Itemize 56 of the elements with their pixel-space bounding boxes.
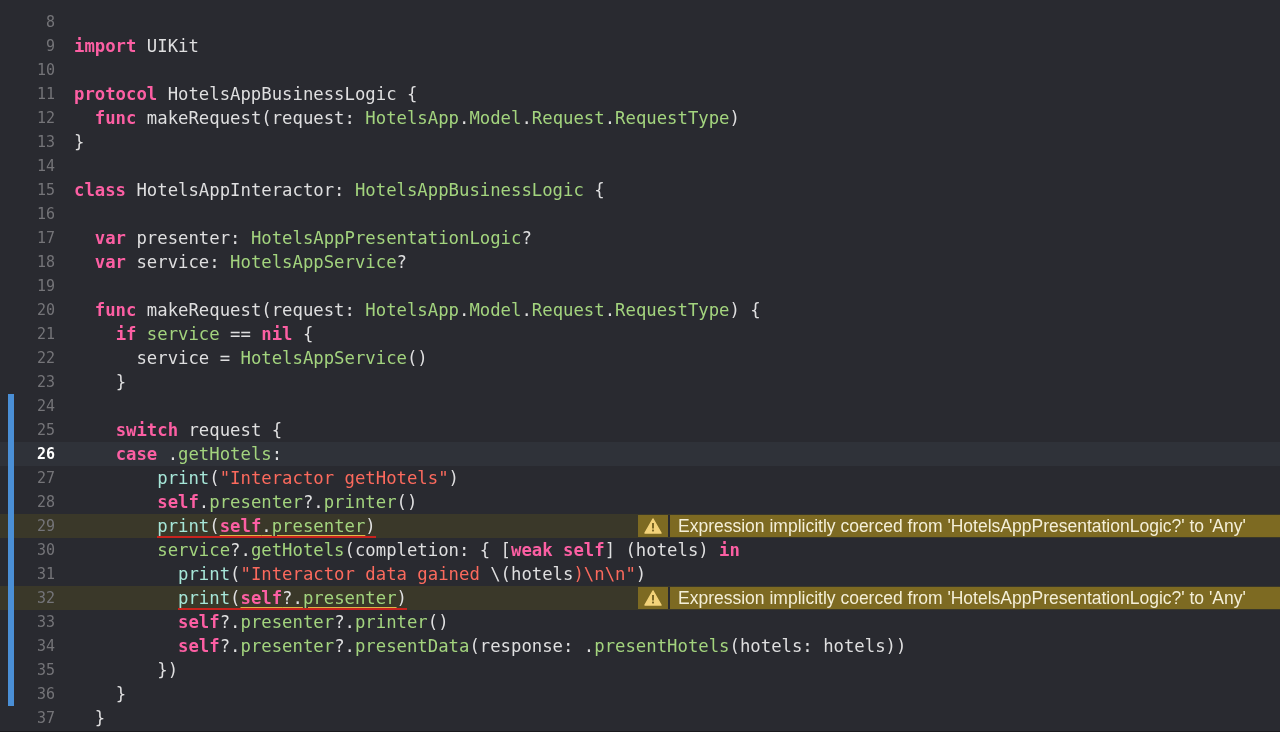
code-line: switch request {	[114, 419, 283, 441]
code-line: self?.presenter?.presentData(response: .presentHotels(hotels: hotels))	[177, 635, 907, 657]
line-number: 24	[36, 397, 56, 415]
line-number: 35	[36, 661, 56, 679]
line-number: 31	[36, 565, 56, 583]
warning-icon	[644, 518, 662, 534]
line-number: 27	[36, 469, 56, 487]
line-number: 21	[36, 325, 56, 343]
warning-icon	[644, 590, 662, 606]
line-number: 10	[36, 61, 56, 79]
line-number: 19	[36, 277, 56, 295]
code-line: }	[93, 707, 106, 729]
code-line: print(self?.presenter)	[177, 587, 407, 609]
code-line: print(self.presenter)	[156, 515, 376, 537]
line-number: 16	[36, 205, 56, 223]
code-line: }	[114, 371, 127, 393]
line-number: 37	[36, 709, 56, 727]
line-number: 30	[36, 541, 56, 559]
line-number: 23	[36, 373, 56, 391]
code-line: print("Interactor data gained \(hotels)\n\n")	[177, 563, 647, 585]
code-line: import UIKit	[74, 35, 199, 57]
line-number: 26	[36, 445, 56, 463]
code-line: var presenter: HotelsAppPresentationLogic?	[93, 227, 532, 249]
line-number: 13	[36, 133, 56, 151]
line-number: 33	[36, 613, 56, 631]
line-number: 32	[36, 589, 56, 607]
line-number: 18	[36, 253, 56, 271]
line-number: 11	[36, 85, 56, 103]
line-number: 20	[36, 301, 56, 319]
line-number: 14	[36, 157, 56, 175]
line-number: 15	[36, 181, 56, 199]
code-line: print("Interactor getHotels")	[156, 467, 459, 489]
code-line: class HotelsAppInteractor: HotelsAppBusinessLogic {	[74, 179, 605, 201]
code-line: case .getHotels:	[114, 443, 283, 465]
line-number: 29	[36, 517, 56, 535]
line-number: 36	[36, 685, 56, 703]
code-line: if service == nil {	[114, 323, 314, 345]
code-line: self?.presenter?.printer()	[177, 611, 449, 633]
code-line: func makeRequest(request: HotelsApp.Model.Request.RequestType) {	[93, 299, 761, 321]
code-line: var service: HotelsAppService?	[93, 251, 407, 273]
line-number: 28	[36, 493, 56, 511]
code-line: }	[74, 131, 85, 153]
code-line: service?.getHotels(completion: { [weak self] (hotels) in	[156, 539, 740, 561]
line-number: 25	[36, 421, 56, 439]
code-line: })	[156, 659, 179, 681]
line-number: 34	[36, 637, 56, 655]
line-number: 8	[45, 13, 56, 31]
code-line: self.presenter?.printer()	[156, 491, 418, 513]
code-line: }	[114, 683, 127, 705]
code-line: service = HotelsAppService()	[135, 347, 428, 369]
code-line: func makeRequest(request: HotelsApp.Model.Request.RequestType)	[93, 107, 740, 129]
code-line: protocol HotelsAppBusinessLogic {	[74, 83, 418, 105]
line-number: 9	[45, 37, 56, 55]
line-number: 17	[36, 229, 56, 247]
line-number: 12	[36, 109, 56, 127]
line-number: 22	[36, 349, 56, 367]
